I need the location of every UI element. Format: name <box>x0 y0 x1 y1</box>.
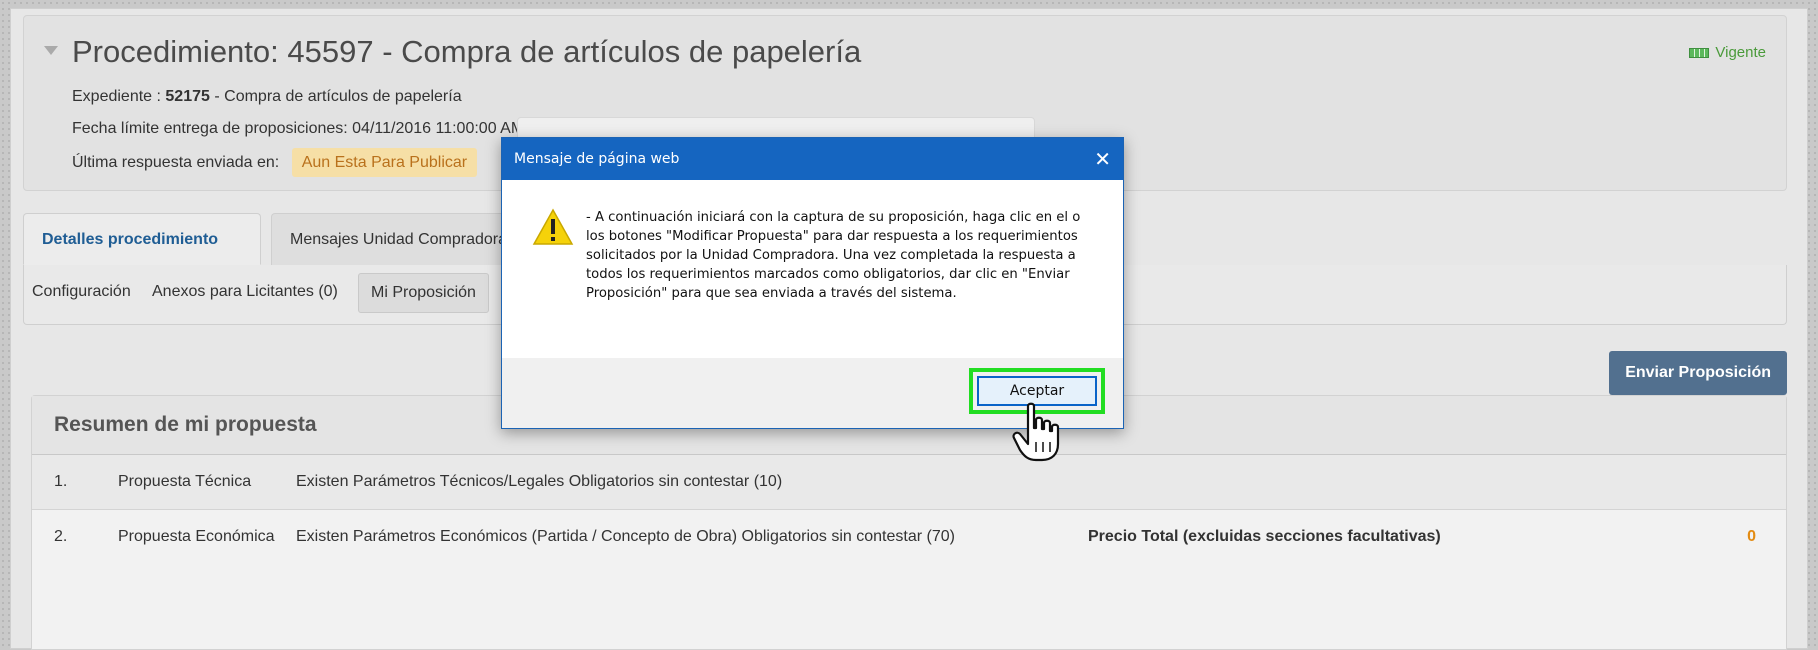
web-page-message-dialog: Mensaje de página web ✕ - A continuación… <box>501 137 1124 429</box>
dialog-titlebar: Mensaje de página web ✕ <box>502 138 1123 180</box>
pending-badge: Aun Esta Para Publicar <box>291 148 478 177</box>
last-response-line: Última respuesta enviada en: Aun Esta Pa… <box>72 148 478 177</box>
dialog-title: Mensaje de página web <box>514 151 680 167</box>
subtab-configuration[interactable]: Configuración <box>32 283 131 301</box>
summary-panel: Resumen de mi propuesta 1. Propuesta Téc… <box>31 395 1787 650</box>
row-description: Existen Parámetros Económicos (Partida /… <box>296 528 955 545</box>
total-price-label: Precio Total (excluidas secciones facult… <box>1088 528 1441 545</box>
table-row[interactable]: 1. Propuesta Técnica Existen Parámetros … <box>32 455 1786 510</box>
expediente-number: 52175 <box>165 88 210 105</box>
total-price-value: 0 <box>1747 528 1756 545</box>
row-name: Propuesta Económica <box>118 528 275 545</box>
expediente-label: Expediente : <box>72 88 161 105</box>
collapse-caret-icon[interactable] <box>44 46 58 55</box>
warning-icon <box>532 208 574 245</box>
row-description: Existen Parámetros Técnicos/Legales Obli… <box>296 473 783 490</box>
page-title: Procedimiento: 45597 - Compra de artícul… <box>72 34 862 69</box>
dialog-body: - A continuación iniciará con la captura… <box>502 180 1123 355</box>
subtab-my-proposal[interactable]: Mi Proposición <box>358 273 489 313</box>
row-number: 1. <box>54 473 68 490</box>
status-badge: Vigente <box>1689 44 1766 61</box>
expediente-line: Expediente : 52175 - Compra de artículos… <box>72 88 462 106</box>
status-label: Vigente <box>1715 44 1766 61</box>
hand-cursor-icon <box>1012 402 1060 462</box>
battery-status-icon <box>1689 47 1710 58</box>
deadline-line: Fecha límite entrega de proposiciones: 0… <box>72 120 525 137</box>
close-icon[interactable]: ✕ <box>1094 138 1111 180</box>
tab-messages[interactable]: Mensajes Unidad Compradora <box>271 213 526 265</box>
row-name: Propuesta Técnica <box>118 473 252 490</box>
last-response-label: Última respuesta enviada en: <box>72 154 280 171</box>
dialog-message: - A continuación iniciará con la captura… <box>586 210 1081 301</box>
tab-details[interactable]: Detalles procedimiento <box>23 213 261 265</box>
expediente-description: - Compra de artículos de papelería <box>214 88 462 105</box>
send-proposal-button[interactable]: Enviar Proposición <box>1609 351 1787 395</box>
table-row[interactable]: 2. Propuesta Económica Existen Parámetro… <box>32 510 1786 564</box>
subtab-annexes[interactable]: Anexos para Licitantes (0) <box>152 283 338 301</box>
row-number: 2. <box>54 528 68 545</box>
